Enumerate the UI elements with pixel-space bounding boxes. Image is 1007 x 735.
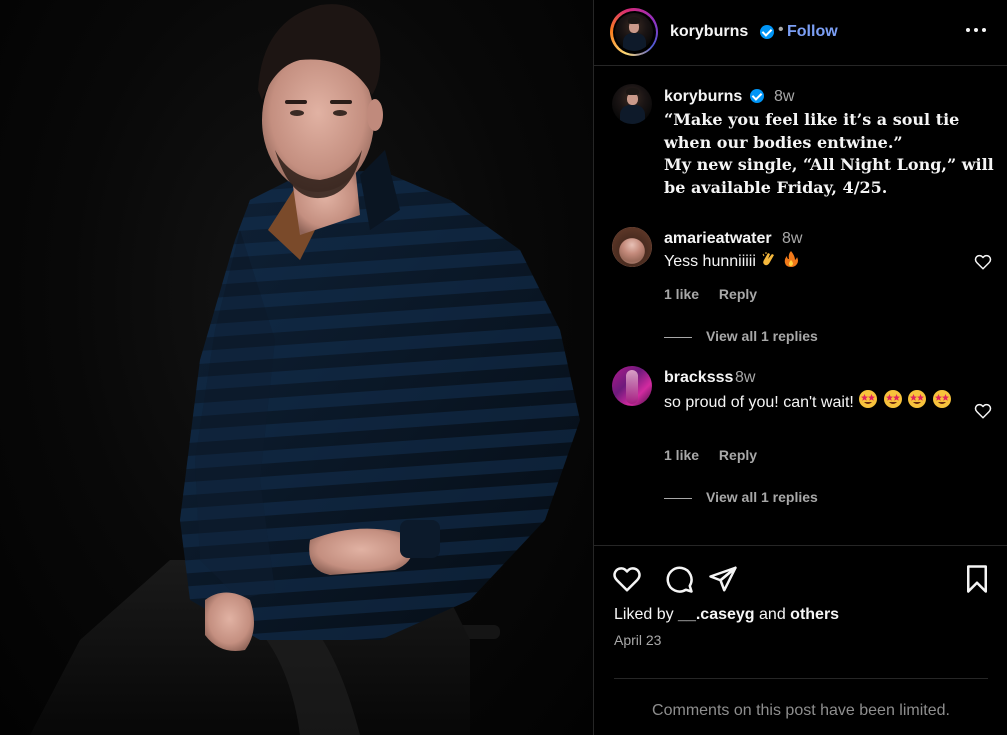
verified-badge-icon xyxy=(760,25,774,39)
star-struck-icon xyxy=(883,389,903,417)
bookmark-icon[interactable] xyxy=(962,564,992,594)
view-replies-button[interactable]: View all 1 replies xyxy=(664,328,818,344)
caption-text: “Make you feel like it’s a soul tie when… xyxy=(664,109,994,199)
caption-line: My new single, “All Night Long,” will xyxy=(664,155,994,174)
caption-timestamp[interactable]: 8w xyxy=(774,88,794,106)
comment-body: so proud of you! can't wait! xyxy=(664,394,854,411)
comments-limited-notice: Comments on this post have been limited. xyxy=(652,702,950,719)
liked-by-text: Liked by __.caseyg and others xyxy=(614,606,839,624)
comment-icon[interactable] xyxy=(664,564,694,594)
caption-username[interactable]: koryburns xyxy=(664,88,742,106)
caption-avatar[interactable] xyxy=(612,84,652,124)
share-icon[interactable] xyxy=(708,564,738,594)
clapping-hands-icon xyxy=(760,250,778,276)
commenter-username[interactable]: bracksss xyxy=(664,369,733,387)
more-options-icon[interactable] xyxy=(966,28,986,34)
comment-like-heart-icon[interactable] xyxy=(974,253,992,271)
comment-timestamp[interactable]: 8w xyxy=(735,369,755,387)
comment-text: Yess hunniiiii xyxy=(664,250,799,276)
star-struck-icon xyxy=(907,389,927,417)
comment-meta: 1 like Reply xyxy=(664,286,773,302)
author-username[interactable]: koryburns xyxy=(670,23,748,41)
comment-likes-count[interactable]: 1 like xyxy=(664,447,699,463)
liked-by-user-link[interactable]: __.caseyg xyxy=(678,606,755,623)
liked-by-and: and xyxy=(759,606,786,623)
actions-divider xyxy=(594,545,1007,546)
fire-icon xyxy=(783,250,799,276)
star-struck-icon xyxy=(858,389,878,417)
caption-line: be available Friday, 4/25. xyxy=(664,177,888,197)
post-date[interactable]: April 23 xyxy=(614,632,661,648)
view-replies-button[interactable]: View all 1 replies xyxy=(664,489,818,505)
caption-line: “Make you feel like it’s a soul tie xyxy=(664,110,960,129)
verified-badge-icon xyxy=(750,89,764,103)
commenter-username[interactable]: amarieatwater xyxy=(664,230,772,248)
like-heart-icon[interactable] xyxy=(612,564,642,594)
post-header: koryburns • Follow xyxy=(594,0,1007,66)
reply-button[interactable]: Reply xyxy=(719,286,757,302)
comment-text: so proud of you! can't wait! xyxy=(664,389,964,417)
post-photo[interactable] xyxy=(0,0,593,735)
reply-button[interactable]: Reply xyxy=(719,447,757,463)
view-replies-label: View all 1 replies xyxy=(706,489,818,505)
commenter-avatar[interactable] xyxy=(612,366,652,406)
portrait-illustration xyxy=(30,4,580,735)
story-ring[interactable] xyxy=(610,8,658,56)
comment-likes-count[interactable]: 1 like xyxy=(664,286,699,302)
comment-meta: 1 like Reply xyxy=(664,447,773,463)
liked-by-others-link[interactable]: others xyxy=(790,606,839,623)
post-side-panel: koryburns • Follow koryburns 8w “Make yo… xyxy=(593,0,1007,735)
liked-by-prefix: Liked by xyxy=(614,606,674,623)
commenter-avatar[interactable] xyxy=(612,227,652,267)
footer-divider xyxy=(614,678,988,679)
author-avatar[interactable] xyxy=(615,13,653,51)
star-struck-icon xyxy=(932,389,952,417)
caption-line: when our bodies entwine.” xyxy=(664,132,903,152)
comment-timestamp[interactable]: 8w xyxy=(782,230,802,248)
comment-like-heart-icon[interactable] xyxy=(974,402,992,420)
instagram-post: koryburns • Follow koryburns 8w “Make yo… xyxy=(0,0,1007,735)
comment-body: Yess hunniiiii xyxy=(664,253,756,270)
separator-dot: • xyxy=(778,21,784,38)
view-replies-label: View all 1 replies xyxy=(706,328,818,344)
follow-button[interactable]: Follow xyxy=(787,23,838,41)
